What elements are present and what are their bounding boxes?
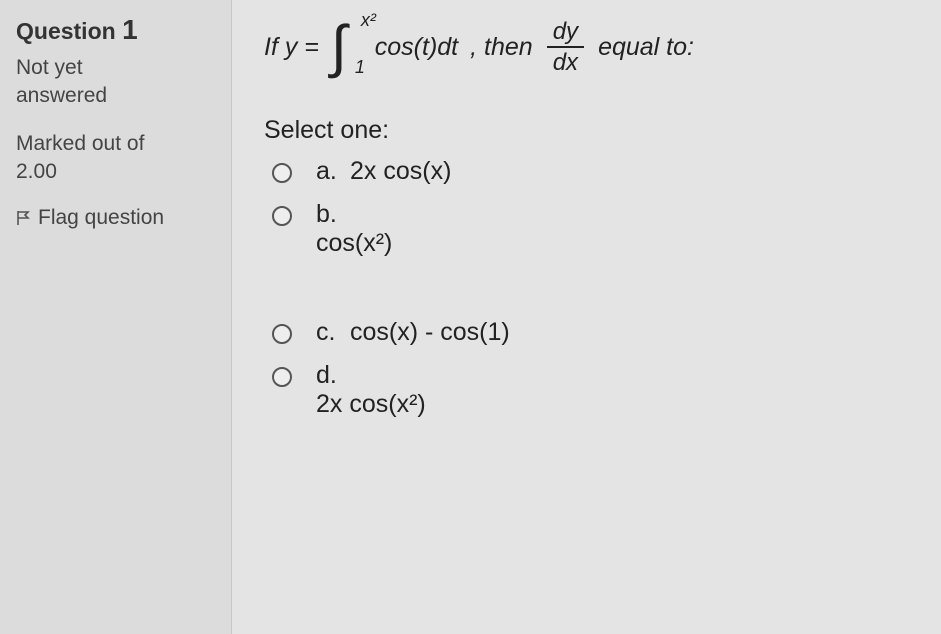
option-d-text: 2x cos(x²) — [316, 390, 426, 419]
options-group: a. 2x cos(x) b. cos(x²) c. — [264, 157, 921, 419]
marked-out-of-value: 2.00 — [16, 160, 215, 184]
option-c-body: c. cos(x) - cos(1) — [316, 318, 510, 347]
option-b[interactable]: b. cos(x²) — [272, 200, 921, 258]
radio-b[interactable] — [272, 206, 292, 226]
status-line-1: Not yet — [16, 56, 215, 80]
question-label: Question — [16, 18, 116, 44]
option-b-body: b. cos(x²) — [316, 200, 392, 258]
flag-question-label: Flag question — [38, 206, 164, 230]
select-one-label: Select one: — [264, 116, 921, 145]
integral-lower-limit: 1 — [355, 57, 365, 78]
stem-suffix: equal to: — [598, 33, 694, 62]
integrand: cos(t)dt — [375, 33, 458, 62]
stem-mid: , then — [470, 33, 533, 62]
flag-question-link[interactable]: Flag question — [16, 206, 215, 230]
integral-upper-limit: x² — [361, 10, 376, 31]
radio-c[interactable] — [272, 324, 292, 344]
derivative-fraction: dy dx — [547, 20, 584, 75]
option-b-text: cos(x²) — [316, 229, 392, 258]
option-a-text: 2x cos(x) — [350, 157, 451, 186]
option-a-body: a. 2x cos(x) — [316, 157, 451, 186]
status-line-2: answered — [16, 84, 215, 108]
option-c-letter: c. — [316, 318, 342, 347]
radio-a[interactable] — [272, 163, 292, 183]
option-d[interactable]: d. 2x cos(x²) — [272, 361, 921, 419]
question-number: Question 1 — [16, 14, 215, 46]
option-b-letter: b. — [316, 200, 342, 229]
radio-d[interactable] — [272, 367, 292, 387]
option-d-body: d. 2x cos(x²) — [316, 361, 426, 419]
flag-icon — [16, 210, 32, 226]
option-a[interactable]: a. 2x cos(x) — [272, 157, 921, 186]
question-content: If y = ∫ x² 1 cos(t)dt , then dy dx equa… — [232, 0, 941, 634]
integral-sign: ∫ — [331, 18, 347, 76]
integral-expression: ∫ x² 1 cos(t)dt — [331, 18, 458, 76]
fraction-denominator: dx — [553, 48, 578, 75]
stem-prefix: If y = — [264, 33, 319, 62]
question-number-value: 1 — [122, 14, 138, 45]
option-a-letter: a. — [316, 157, 342, 186]
option-d-letter: d. — [316, 361, 342, 390]
question-sidebar: Question 1 Not yet answered Marked out o… — [0, 0, 232, 634]
question-stem: If y = ∫ x² 1 cos(t)dt , then dy dx equa… — [264, 18, 921, 76]
option-c[interactable]: c. cos(x) - cos(1) — [272, 318, 921, 347]
fraction-numerator: dy — [547, 20, 584, 48]
option-c-text: cos(x) - cos(1) — [350, 318, 510, 347]
marked-out-of-label: Marked out of — [16, 132, 215, 156]
